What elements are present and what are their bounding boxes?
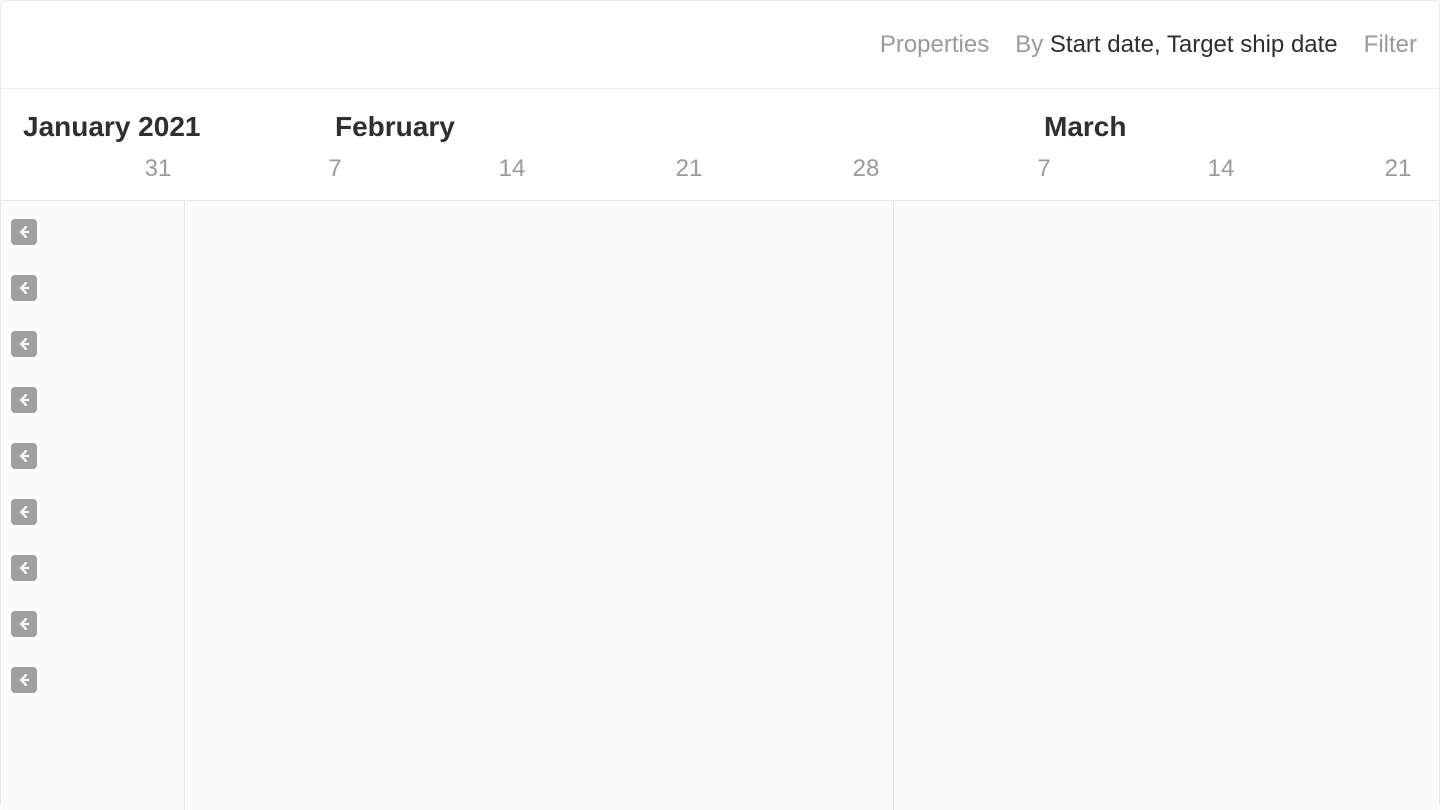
properties-label: Properties (880, 31, 989, 58)
by-value: Start date, Target ship date (1050, 31, 1338, 58)
by-prefix: By (1015, 31, 1050, 58)
day-label: 14 (1208, 155, 1235, 183)
day-label: 21 (1385, 155, 1412, 183)
scroll-left-button[interactable] (11, 331, 37, 357)
scroll-left-button[interactable] (11, 667, 37, 693)
month-label: January 2021 (23, 111, 200, 143)
day-label: 14 (499, 155, 526, 183)
filter-label: Filter (1364, 31, 1417, 58)
day-label: 7 (328, 155, 341, 183)
arrow-left-icon (17, 449, 31, 463)
arrow-left-icon (17, 225, 31, 239)
month-label: February (335, 111, 455, 143)
scroll-left-button[interactable] (11, 499, 37, 525)
arrow-left-icon (17, 561, 31, 575)
filter-button[interactable]: Filter (1364, 31, 1417, 59)
timeline-header: January 2021 February March 31 7 14 21 28 7 14 21 (1, 89, 1439, 201)
month-label: March (1044, 111, 1126, 143)
arrow-left-icon (17, 673, 31, 687)
scroll-left-button[interactable] (11, 555, 37, 581)
toolbar: Properties By Start date, Target ship da… (1, 1, 1439, 89)
day-label: 31 (145, 155, 172, 183)
arrow-left-icon (17, 281, 31, 295)
scroll-left-button[interactable] (11, 275, 37, 301)
arrow-left-icon (17, 393, 31, 407)
scroll-left-button[interactable] (11, 611, 37, 637)
scroll-left-button[interactable] (11, 443, 37, 469)
arrow-left-icon (17, 337, 31, 351)
scroll-left-button[interactable] (11, 219, 37, 245)
by-date-button[interactable]: By Start date, Target ship date (1015, 31, 1337, 59)
arrow-left-icon (17, 617, 31, 631)
timeline-body[interactable] (1, 201, 1439, 810)
gridline (184, 201, 185, 810)
gridline (893, 201, 894, 810)
day-label: 28 (853, 155, 880, 183)
scroll-left-button[interactable] (11, 387, 37, 413)
day-label: 7 (1037, 155, 1050, 183)
day-label: 21 (676, 155, 703, 183)
properties-button[interactable]: Properties (880, 31, 989, 59)
arrow-left-icon (17, 505, 31, 519)
